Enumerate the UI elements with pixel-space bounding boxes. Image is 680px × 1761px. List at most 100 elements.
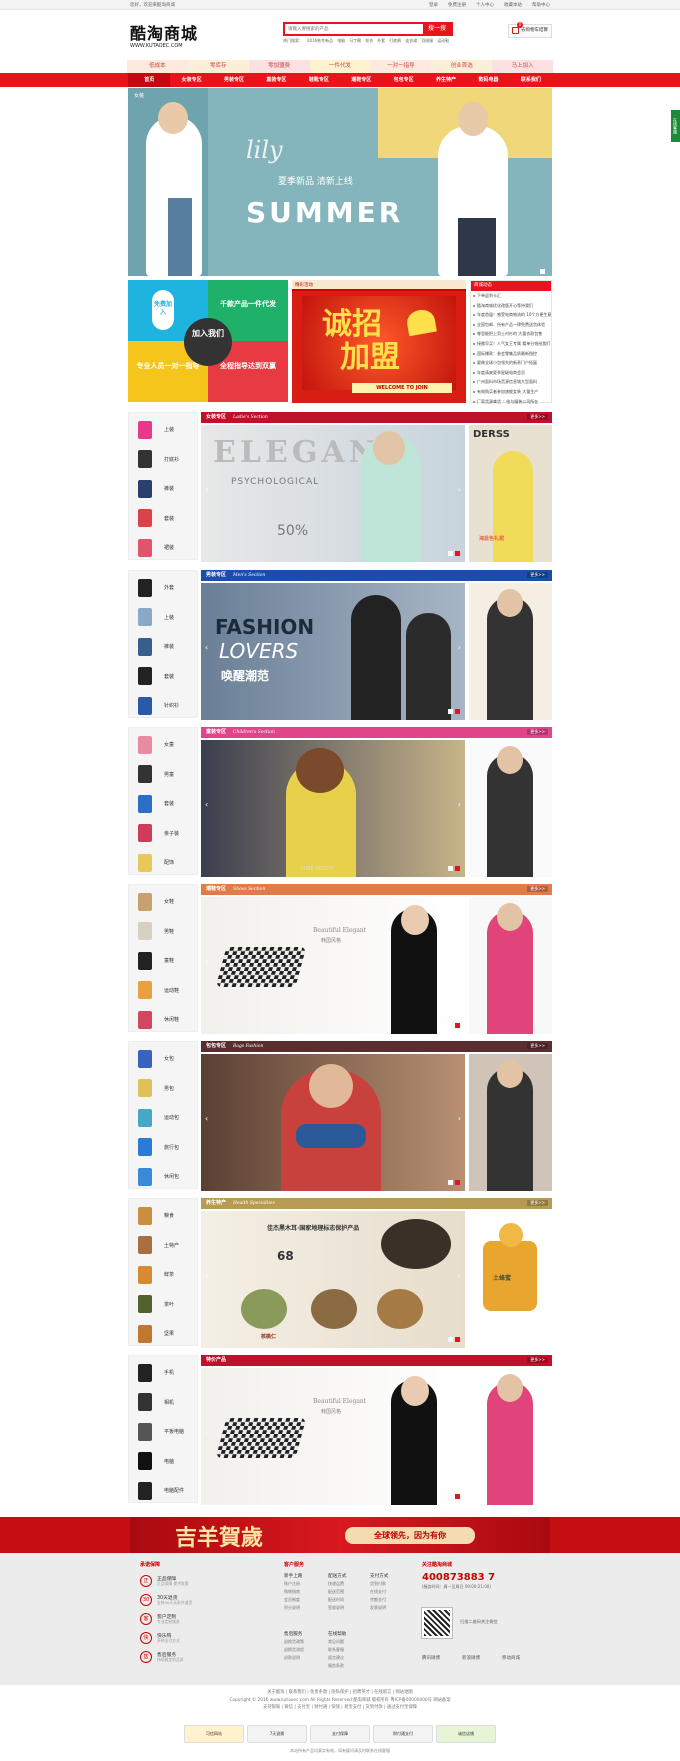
- category-item[interactable]: 上装: [129, 415, 199, 444]
- category-item[interactable]: 套装: [129, 504, 199, 533]
- news-item[interactable]: 广州面料市场货源信息城大型面料: [471, 377, 551, 387]
- login-link[interactable]: 登录: [429, 2, 438, 8]
- next-arrow-icon[interactable]: ›: [458, 957, 461, 966]
- more-link[interactable]: 更多>>: [527, 729, 548, 735]
- category-item[interactable]: 女鞋: [129, 887, 199, 916]
- prev-arrow-icon[interactable]: ‹: [205, 485, 208, 494]
- category-item[interactable]: 裤装: [129, 474, 199, 503]
- service-link[interactable]: 新手上路: [284, 1573, 302, 1579]
- news-item[interactable]: 全国包邮、所有产品一律免费送货体验: [471, 320, 551, 330]
- tencent-weibo-link[interactable]: 腾讯微博: [422, 1655, 440, 1661]
- more-link[interactable]: 更多>>: [527, 572, 548, 578]
- category-item[interactable]: 运动鞋: [129, 976, 199, 1005]
- nav-item[interactable]: 数码电器: [467, 73, 509, 87]
- section-side-banner[interactable]: [469, 583, 552, 720]
- section-side-banner[interactable]: [469, 1368, 552, 1505]
- next-arrow-icon[interactable]: ›: [458, 1271, 461, 1280]
- category-item[interactable]: 童鞋: [129, 946, 199, 975]
- footer-links[interactable]: 关于酷淘 | 联系我们 | 免责条款 | 隐私保护 | 招聘英才 | 在线留言 …: [0, 1689, 680, 1697]
- section-side-banner[interactable]: [469, 897, 552, 1034]
- category-item[interactable]: 裤装: [129, 632, 199, 661]
- section-main-banner[interactable]: FASHION LOVERS 唤醒潮范 ‹ ›: [201, 583, 465, 720]
- slide-dot[interactable]: [540, 269, 545, 274]
- section-main-banner[interactable]: LURE SOUTH ‹ ›: [201, 740, 465, 877]
- service-link[interactable]: 留言建议: [328, 1655, 344, 1661]
- prev-arrow-icon[interactable]: ‹: [205, 800, 208, 809]
- news-item[interactable]: 下单返利卡汇: [471, 291, 551, 301]
- more-link[interactable]: 更多>>: [527, 1043, 548, 1049]
- news-item[interactable]: 国际爆款：参会零集品质最新指控: [471, 349, 551, 359]
- hot-item[interactable]: 羽绒服: [421, 38, 433, 44]
- prev-arrow-icon[interactable]: ‹: [205, 1271, 208, 1280]
- service-link[interactable]: 购物指南: [284, 1589, 300, 1595]
- service-link[interactable]: 在线帮助: [328, 1631, 346, 1637]
- news-item[interactable]: 哪里能把上男士衬衫的 大量衣款包售: [471, 329, 551, 339]
- trust-badge[interactable]: 支付保障: [310, 1725, 370, 1743]
- category-item[interactable]: 电脑: [129, 1447, 199, 1476]
- category-item[interactable]: 休闲鞋: [129, 1005, 199, 1034]
- nav-item[interactable]: 首页: [128, 73, 171, 87]
- service-link[interactable]: 发票说明: [370, 1605, 386, 1611]
- category-item[interactable]: 亲子装: [129, 819, 199, 848]
- cart-button[interactable]: 0 去购物车结算: [508, 22, 552, 38]
- service-link[interactable]: 配送方式: [328, 1573, 346, 1579]
- trust-badge[interactable]: 可信网站: [184, 1725, 244, 1743]
- user-center-link[interactable]: 个人中心: [476, 2, 494, 8]
- nav-item[interactable]: 包包专区: [382, 73, 424, 87]
- hot-item[interactable]: 运动鞋: [437, 38, 449, 44]
- section-main-banner[interactable]: ELEGANT PSYCHOLOGICAL 50% ‹ ›: [201, 425, 465, 562]
- new-year-banner[interactable]: 吉羊賀歲 全球领先，因为有你: [0, 1517, 680, 1553]
- category-item[interactable]: 土特产: [129, 1231, 199, 1260]
- category-item[interactable]: 针织衫: [129, 691, 199, 720]
- franchise-banner[interactable]: 精彩活动 诚招 加盟 WELCOME TO JOIN: [292, 280, 466, 403]
- more-link[interactable]: 更多>>: [527, 886, 548, 892]
- section-main-banner[interactable]: 佳杰黑木耳·国家地理标志保护产品 68 核桃仁 ‹ ›: [201, 1211, 465, 1348]
- category-item[interactable]: 打底衫: [129, 445, 199, 474]
- nav-item[interactable]: 养生特产: [425, 73, 467, 87]
- nav-item[interactable]: 女装专区: [170, 73, 212, 87]
- more-link[interactable]: 更多>>: [527, 1200, 548, 1206]
- category-item[interactable]: 手机: [129, 1358, 199, 1387]
- section-main-banner[interactable]: Beautiful Elegant 韩国风格 ‹ ›: [201, 1368, 465, 1505]
- service-link[interactable]: 会员制度: [284, 1597, 300, 1603]
- service-link[interactable]: 余额支付: [370, 1597, 386, 1603]
- prev-arrow-icon[interactable]: ‹: [205, 1428, 208, 1437]
- category-item[interactable]: 裙装: [129, 533, 199, 562]
- news-item[interactable]: 厂家货源拿货 ：给与服装公司所在: [471, 397, 551, 407]
- category-item[interactable]: 电脑配件: [129, 1476, 199, 1505]
- service-link[interactable]: 退换货流程: [284, 1647, 304, 1653]
- logo[interactable]: 酷淘商城 WWW.KUTAOEC.COM: [130, 20, 198, 49]
- hot-item[interactable]: 2016秋冬新品: [307, 38, 333, 44]
- hot-item[interactable]: 马丁靴: [349, 38, 361, 44]
- join-us[interactable]: 加入我们: [184, 318, 232, 366]
- section-main-banner[interactable]: Beautiful Elegant 韩国风格 ‹ ›: [201, 897, 465, 1034]
- category-item[interactable]: 粮食: [129, 1201, 199, 1230]
- service-link[interactable]: 在线支付: [370, 1589, 386, 1595]
- service-link[interactable]: 积分说明: [284, 1605, 300, 1611]
- news-item[interactable]: 年度清爽夏季星级电商会员: [471, 368, 551, 378]
- hot-item[interactable]: 毛衣: [365, 38, 373, 44]
- category-item[interactable]: 配饰: [129, 848, 199, 877]
- service-link[interactable]: 快递运费: [328, 1581, 344, 1587]
- next-arrow-icon[interactable]: ›: [458, 800, 461, 809]
- service-link[interactable]: 签收说明: [328, 1605, 344, 1611]
- next-arrow-icon[interactable]: ›: [458, 643, 461, 652]
- service-link[interactable]: 服务条款: [328, 1663, 344, 1669]
- nav-item[interactable]: 鞋靴专区: [298, 73, 340, 87]
- mobile-mall-link[interactable]: 移动商城: [502, 1655, 520, 1661]
- section-side-banner[interactable]: [469, 1054, 552, 1191]
- section-side-banner[interactable]: 土蜂蜜: [469, 1211, 552, 1348]
- category-item[interactable]: 男童: [129, 760, 199, 789]
- news-item[interactable]: 酷淘商城优化改版开心等待我们: [471, 301, 551, 311]
- prev-arrow-icon[interactable]: ‹: [205, 1114, 208, 1123]
- next-arrow-icon[interactable]: ›: [458, 1114, 461, 1123]
- section-main-banner[interactable]: ‹ ›: [201, 1054, 465, 1191]
- service-link[interactable]: 退换货政策: [284, 1639, 304, 1645]
- category-item[interactable]: 女包: [129, 1044, 199, 1073]
- category-item[interactable]: 女童: [129, 730, 199, 759]
- category-item[interactable]: 男包: [129, 1074, 199, 1103]
- hot-item[interactable]: 外套: [377, 38, 385, 44]
- join-promo[interactable]: 免费加入 千款产品一件代发 专业人员一对一指导 全程指导达到双赢 加入我们: [128, 280, 288, 403]
- news-item[interactable]: 接搬早买！人气女王专属 看单分钱给我们: [471, 339, 551, 349]
- service-link[interactable]: 常见问题: [328, 1639, 344, 1645]
